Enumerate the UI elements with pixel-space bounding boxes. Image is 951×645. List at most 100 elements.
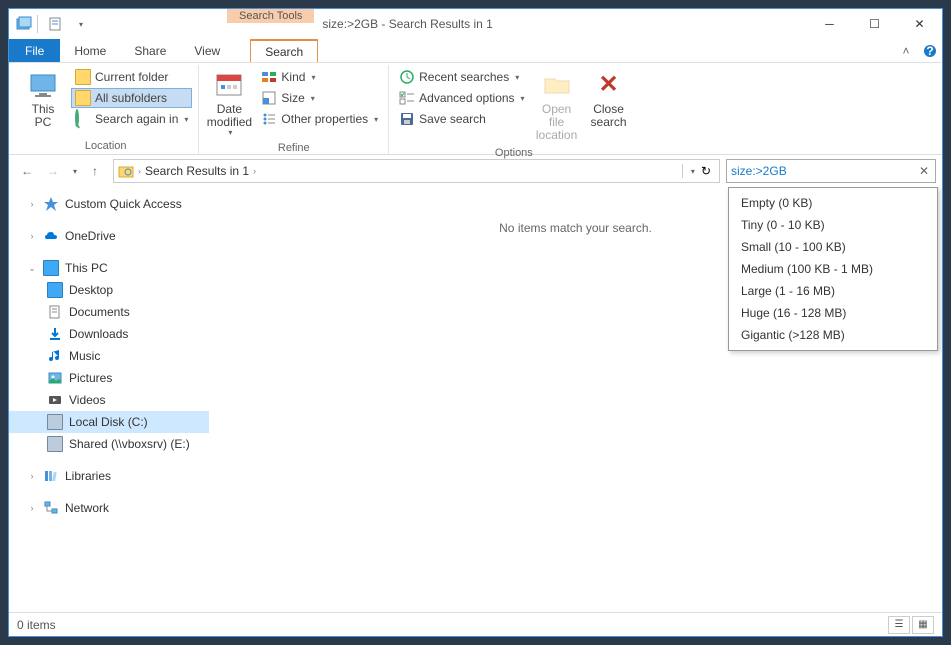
ribbon-tab-strip: File Home Share View Search ˄ ? xyxy=(9,39,942,63)
qat-dropdown-icon[interactable]: ▾ xyxy=(69,13,91,35)
address-bar[interactable]: › Search Results in 1 › ▾ ↻ xyxy=(113,159,720,183)
size-filter-dropdown: Empty (0 KB) Tiny (0 - 10 KB) Small (10 … xyxy=(728,187,938,351)
all-subfolders-button[interactable]: All subfolders xyxy=(71,88,192,108)
folder-open-icon xyxy=(541,69,573,101)
downloads-icon xyxy=(47,326,63,342)
network-drive-icon xyxy=(47,436,63,452)
desktop-icon xyxy=(47,282,63,298)
folder-tree-icon xyxy=(75,90,91,106)
close-search-button[interactable]: ✕ Close search xyxy=(585,67,633,131)
expander-icon[interactable]: › xyxy=(27,231,37,241)
view-tab[interactable]: View xyxy=(180,39,234,62)
results-area: No items match your search. Empty (0 KB)… xyxy=(209,187,942,612)
this-pc-button[interactable]: This PC xyxy=(19,67,67,131)
other-properties-button[interactable]: Other properties▾ xyxy=(257,109,382,129)
date-modified-button[interactable]: Date modified▾ xyxy=(205,67,253,140)
network-icon xyxy=(43,500,59,516)
tree-quick-access[interactable]: ›Custom Quick Access xyxy=(9,193,209,215)
ribbon-group-refine: Date modified▾ Kind▾ Size▾ Other propert… xyxy=(199,65,389,154)
pictures-icon xyxy=(47,370,63,386)
tree-libraries[interactable]: ›Libraries xyxy=(9,465,209,487)
clear-search-icon[interactable]: ✕ xyxy=(917,164,931,178)
size-option-small[interactable]: Small (10 - 100 KB) xyxy=(729,236,937,258)
qat-separator xyxy=(37,15,43,33)
no-items-message: No items match your search. xyxy=(499,221,652,235)
properties-list-icon xyxy=(261,111,277,127)
breadcrumb-chevron-icon[interactable]: › xyxy=(253,166,256,176)
kind-icon xyxy=(261,69,277,85)
minimize-button[interactable]: ─ xyxy=(807,9,852,39)
maximize-button[interactable]: ☐ xyxy=(852,9,897,39)
tree-music[interactable]: Music xyxy=(9,345,209,367)
open-file-location-button: Open file location xyxy=(533,67,581,145)
history-dropdown-icon[interactable]: ▾ xyxy=(67,159,81,183)
svg-text:?: ? xyxy=(926,44,933,58)
group-label-refine: Refine xyxy=(205,140,382,156)
share-tab[interactable]: Share xyxy=(120,39,180,62)
search-again-button[interactable]: Search again in▾ xyxy=(71,109,192,129)
expander-icon[interactable]: › xyxy=(27,471,37,481)
group-label-location: Location xyxy=(19,138,192,154)
tree-shared-drive[interactable]: Shared (\\vboxsrv) (E:) xyxy=(9,433,209,455)
ribbon-body: This PC Current folder All subfolders Se… xyxy=(9,63,942,155)
tree-downloads[interactable]: Downloads xyxy=(9,323,209,345)
app-icon[interactable] xyxy=(13,13,35,35)
search-box[interactable]: ✕ xyxy=(726,159,936,183)
explorer-window: ▾ Search Tools size:>2GB - Search Result… xyxy=(8,8,943,637)
tree-local-disk[interactable]: Local Disk (C:) xyxy=(9,411,209,433)
help-icon[interactable]: ? xyxy=(918,39,942,62)
current-folder-button[interactable]: Current folder xyxy=(71,67,192,87)
content-area: ›Custom Quick Access ›OneDrive ⌄This PC … xyxy=(9,187,942,612)
expander-icon[interactable]: › xyxy=(27,503,37,513)
save-search-button[interactable]: Save search xyxy=(395,109,528,129)
file-tab[interactable]: File xyxy=(9,39,60,62)
recent-searches-button[interactable]: Recent searches▾ xyxy=(395,67,528,87)
cloud-icon xyxy=(43,228,59,244)
title-bar: ▾ Search Tools size:>2GB - Search Result… xyxy=(9,9,942,39)
close-x-icon: ✕ xyxy=(593,69,625,101)
tree-videos[interactable]: Videos xyxy=(9,389,209,411)
close-button[interactable]: ✕ xyxy=(897,9,942,39)
size-icon xyxy=(261,90,277,106)
size-button[interactable]: Size▾ xyxy=(257,88,382,108)
star-icon xyxy=(43,196,59,212)
search-tab[interactable]: Search xyxy=(250,39,318,62)
search-tools-label: Search Tools xyxy=(227,9,314,23)
size-option-large[interactable]: Large (1 - 16 MB) xyxy=(729,280,937,302)
properties-icon[interactable] xyxy=(45,13,67,35)
tree-pictures[interactable]: Pictures xyxy=(9,367,209,389)
details-view-button[interactable]: ☰ xyxy=(888,616,910,634)
size-option-huge[interactable]: Huge (16 - 128 MB) xyxy=(729,302,937,324)
navigation-pane[interactable]: ›Custom Quick Access ›OneDrive ⌄This PC … xyxy=(9,187,209,612)
search-folder-icon xyxy=(118,163,134,179)
back-button[interactable]: ← xyxy=(15,159,39,183)
collapse-ribbon-icon[interactable]: ˄ xyxy=(894,39,918,62)
tree-documents[interactable]: Documents xyxy=(9,301,209,323)
tree-onedrive[interactable]: ›OneDrive xyxy=(9,225,209,247)
home-tab[interactable]: Home xyxy=(60,39,120,62)
up-button[interactable]: ↑ xyxy=(83,159,107,183)
kind-button[interactable]: Kind▾ xyxy=(257,67,382,87)
pc-icon xyxy=(43,260,59,276)
breadcrumb-segment[interactable]: Search Results in 1 xyxy=(145,164,249,178)
tree-desktop[interactable]: Desktop xyxy=(9,279,209,301)
tree-this-pc[interactable]: ⌄This PC xyxy=(9,257,209,279)
drive-icon xyxy=(47,414,63,430)
breadcrumb-chevron-icon[interactable]: › xyxy=(138,166,141,176)
search-input[interactable] xyxy=(731,164,917,178)
size-option-medium[interactable]: Medium (100 KB - 1 MB) xyxy=(729,258,937,280)
size-option-empty[interactable]: Empty (0 KB) xyxy=(729,192,937,214)
music-icon xyxy=(47,348,63,364)
size-option-tiny[interactable]: Tiny (0 - 10 KB) xyxy=(729,214,937,236)
expander-icon[interactable]: ⌄ xyxy=(27,263,37,274)
size-option-gigantic[interactable]: Gigantic (>128 MB) xyxy=(729,324,937,346)
refresh-button[interactable]: ↻ xyxy=(697,164,715,178)
expander-icon[interactable]: › xyxy=(27,199,37,209)
thumbnails-view-button[interactable]: ▦ xyxy=(912,616,934,634)
navigation-bar: ← → ▾ ↑ › Search Results in 1 › ▾ ↻ ✕ xyxy=(9,155,942,187)
window-controls: ─ ☐ ✕ xyxy=(807,9,942,39)
forward-button: → xyxy=(41,159,65,183)
tree-network[interactable]: ›Network xyxy=(9,497,209,519)
advanced-options-button[interactable]: Advanced options▾ xyxy=(395,88,528,108)
address-dropdown-icon[interactable]: ▾ xyxy=(691,167,695,176)
